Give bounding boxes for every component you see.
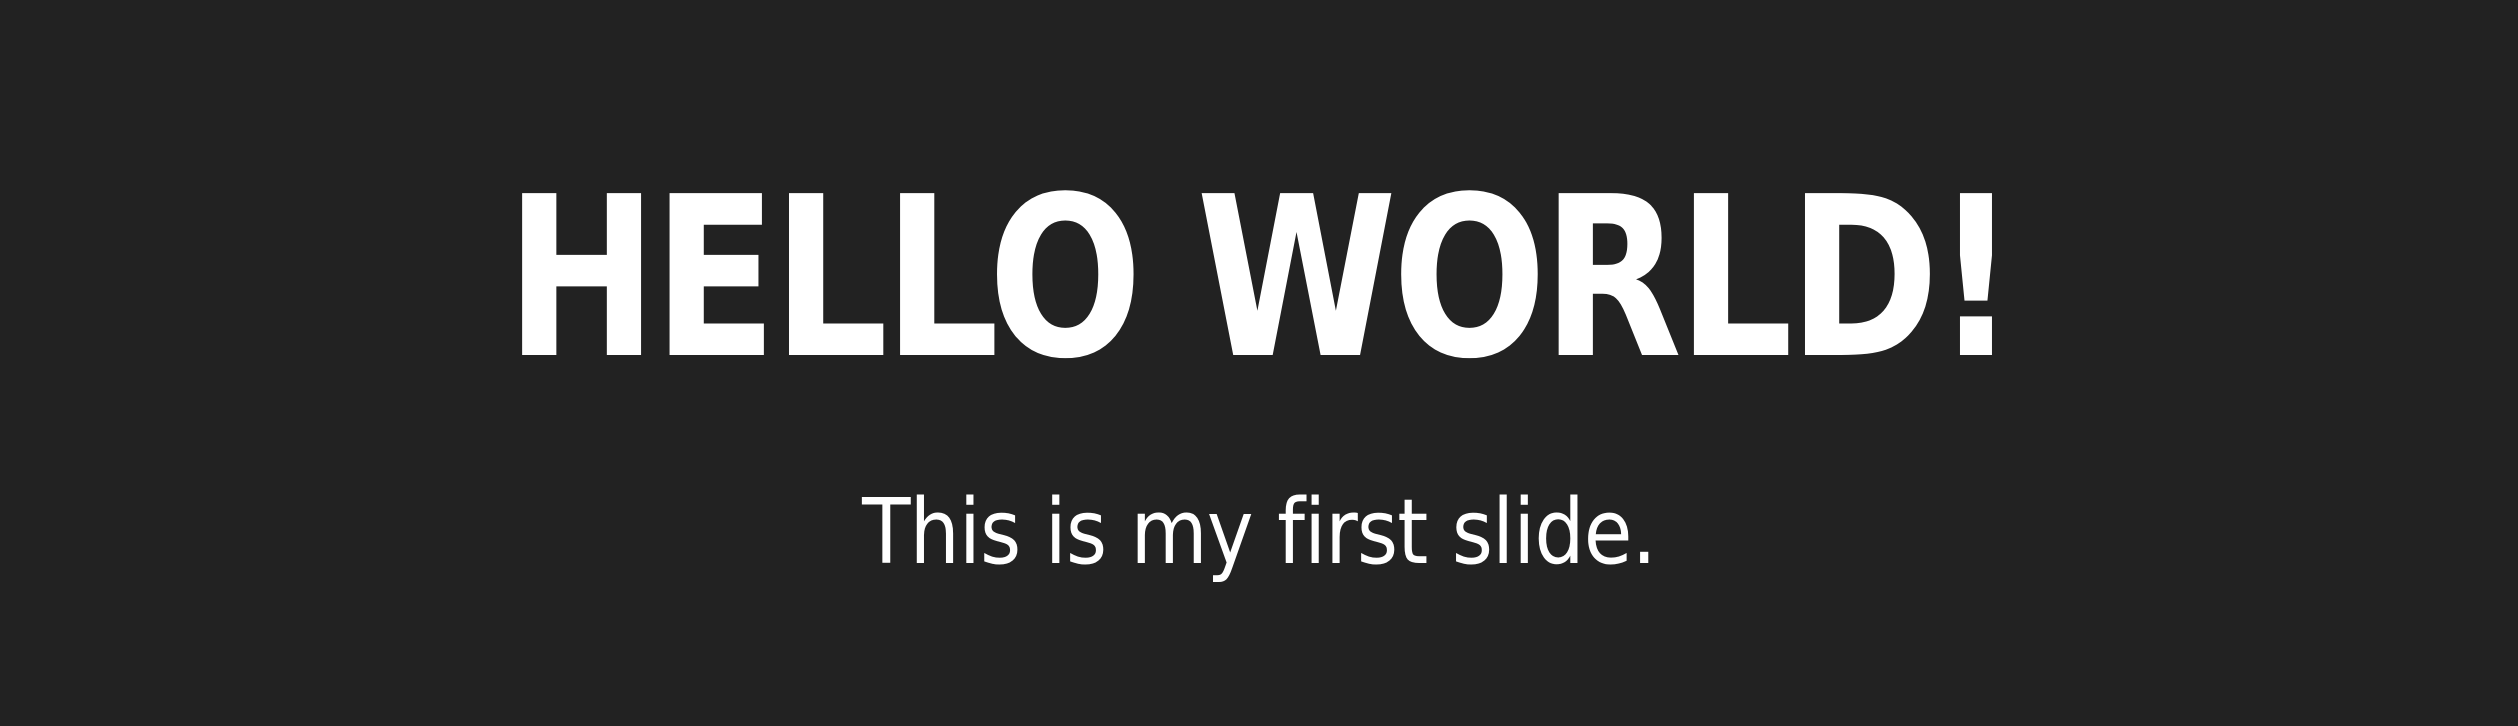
slide-title: HELLO WORLD! [505, 150, 2017, 408]
slide-subtitle: This is my first slide. [862, 480, 1657, 585]
presentation-slide: HELLO WORLD! This is my first slide. [0, 0, 2518, 726]
